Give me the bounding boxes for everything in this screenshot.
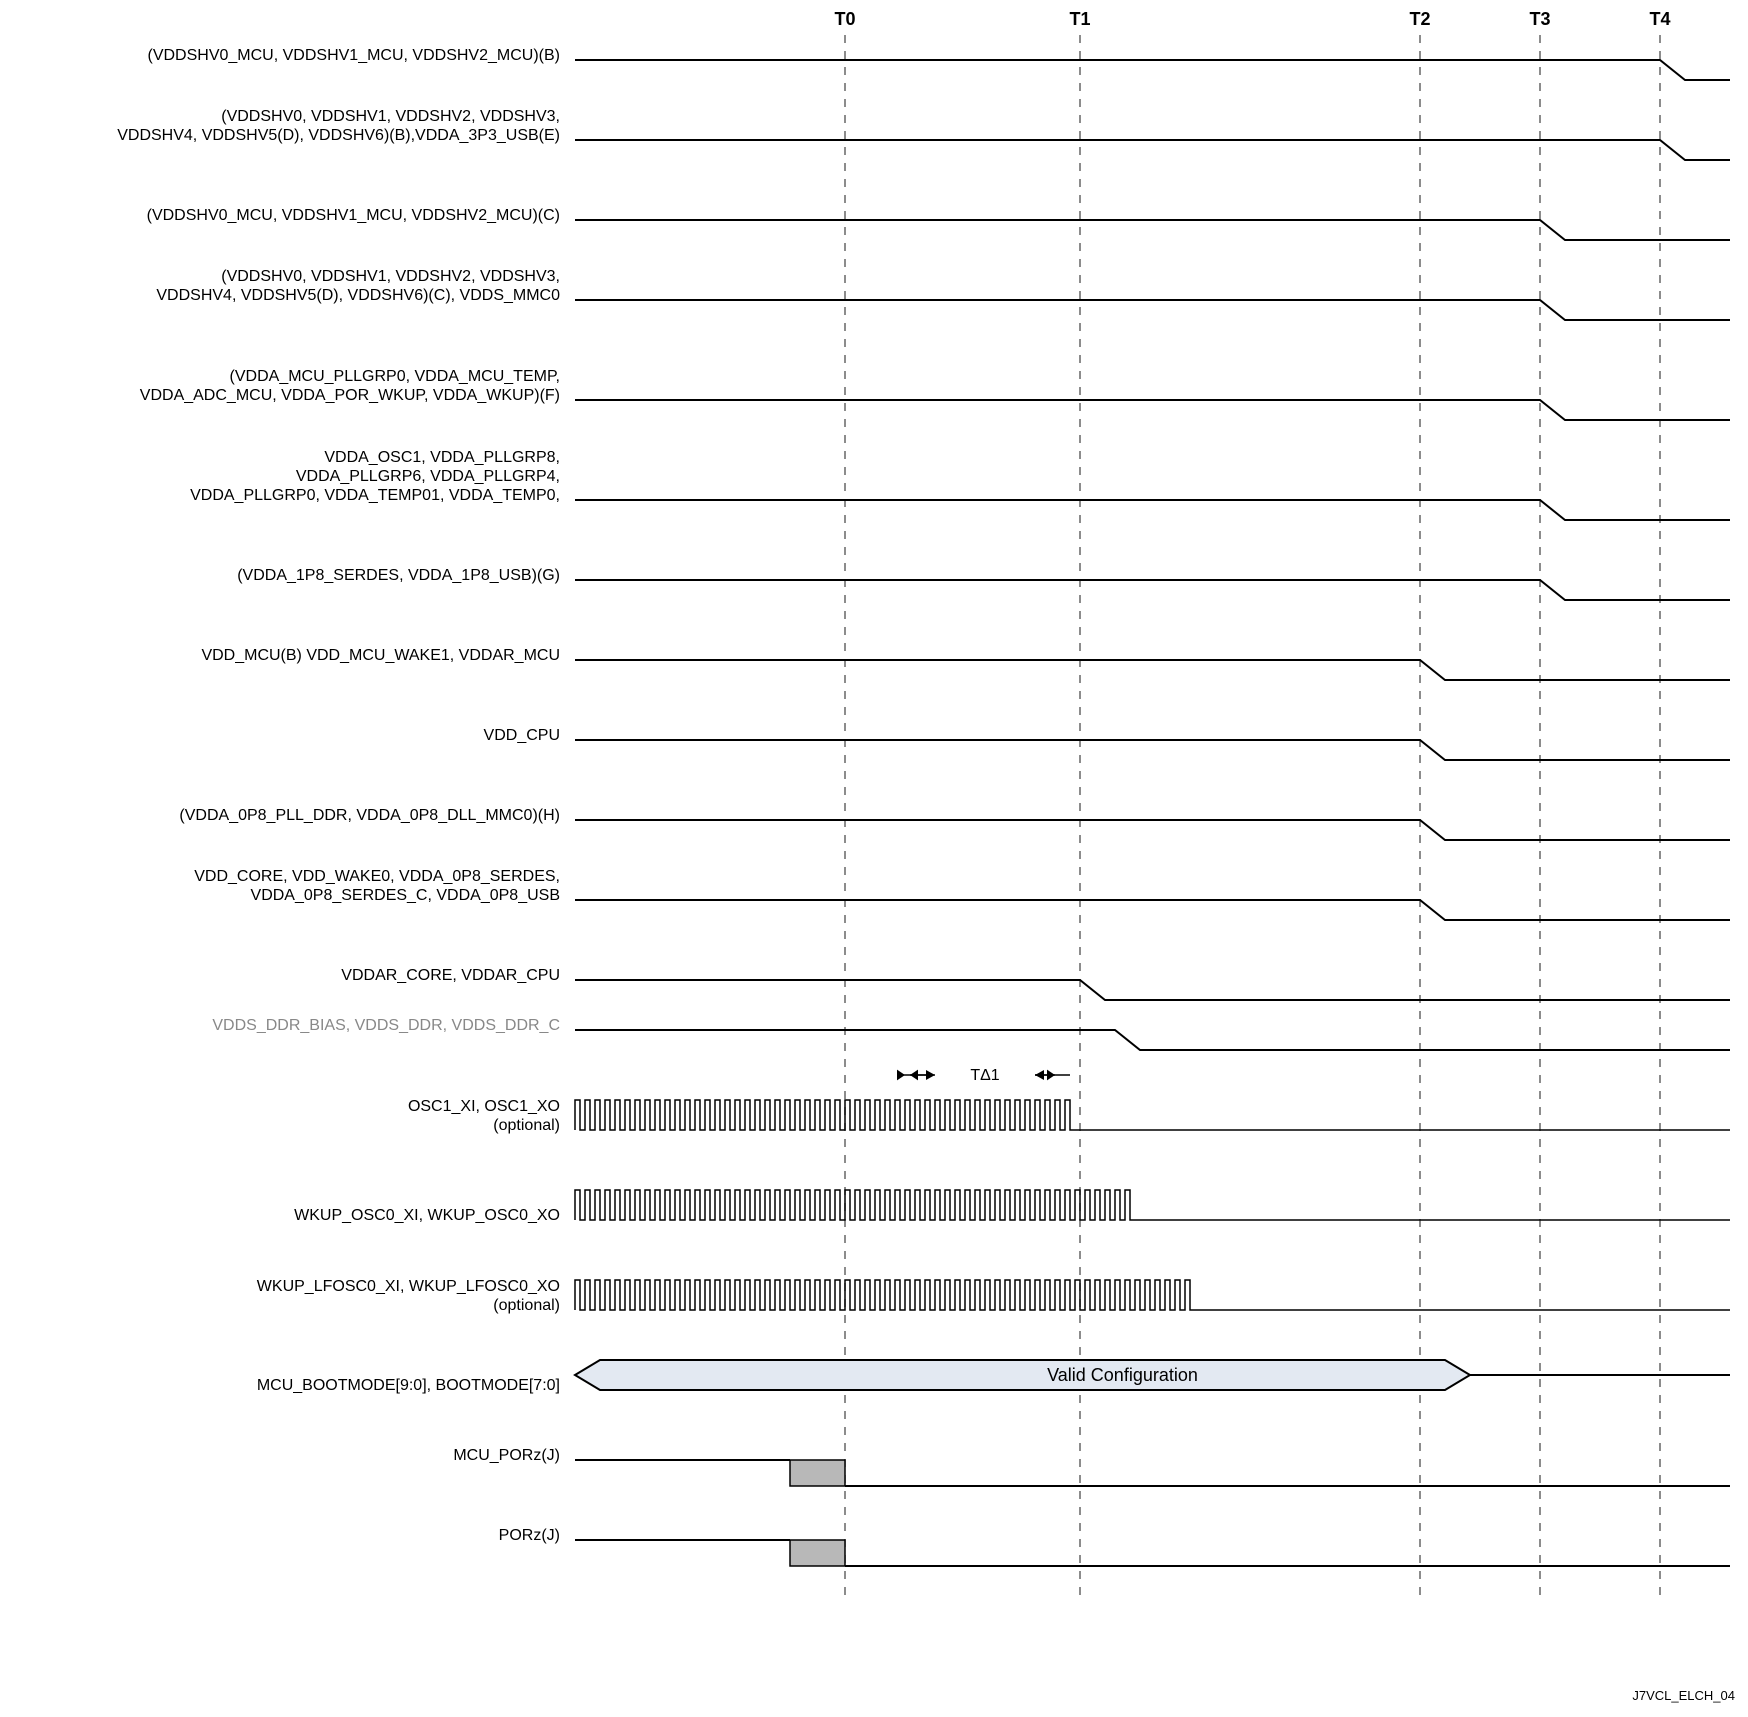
row6-label: VDDA_PLLGRP0, VDDA_TEMP01, VDDA_TEMP0, (190, 487, 560, 504)
timing-diagram: T0 T1 T2 T3 T4 (VDDSHV0_MCU, VDDSHV1_MCU, VDD… (0, 0, 1748, 1717)
time-label-T4: T4 (1649, 9, 1670, 29)
row9-wave (575, 740, 1730, 760)
row11-wave (575, 900, 1730, 920)
row6-label: VDDA_PLLGRP6, VDDA_PLLGRP4, (296, 468, 560, 485)
osc1-label: OSC1_XI, OSC1_XO (408, 1098, 560, 1115)
wkup_lfosc0-label: WKUP_LFOSC0_XI, WKUP_LFOSC0_XO (257, 1278, 560, 1295)
osc1-clock (575, 1100, 1730, 1130)
row1-label: (VDDSHV0_MCU, VDDSHV1_MCU, VDDSHV2_MCU)(… (147, 47, 560, 64)
row8-wave (575, 660, 1730, 680)
row9-label: VDD_CPU (484, 727, 560, 744)
row6-label: VDDA_OSC1, VDDA_PLLGRP8, (324, 449, 560, 466)
row2-label: VDDSHV4, VDDSHV5(D), VDDSHV6)(B),VDDA_3P… (117, 127, 560, 144)
row5-label: (VDDA_MCU_PLLGRP0, VDDA_MCU_TEMP, (230, 368, 560, 385)
row12-wave (575, 980, 1730, 1000)
row7-wave (575, 580, 1730, 600)
time-label-T2: T2 (1409, 9, 1430, 29)
wkup_lfosc0-label: (optional) (493, 1297, 560, 1314)
row7-label: (VDDA_1P8_SERDES, VDDA_1P8_USB)(G) (237, 567, 560, 584)
row5-wave (575, 400, 1730, 420)
row8-label: VDD_MCU(B) VDD_MCU_WAKE1, VDDAR_MCU (201, 647, 560, 664)
row3-wave (575, 220, 1730, 240)
time-label-T3: T3 (1529, 9, 1550, 29)
time-label-T1: T1 (1069, 9, 1090, 29)
row3-label: (VDDSHV0_MCU, VDDSHV1_MCU, VDDSHV2_MCU)(… (147, 207, 560, 224)
mcu_porz-box (790, 1460, 845, 1486)
row11-label: VDDA_0P8_SERDES_C, VDDA_0P8_USB (251, 887, 560, 904)
time-label-T0: T0 (834, 9, 855, 29)
row12-label: VDDAR_CORE, VDDAR_CPU (341, 967, 560, 984)
row11-label: VDD_CORE, VDD_WAKE0, VDDA_0P8_SERDES, (194, 868, 560, 885)
bootmode-label: MCU_BOOTMODE[9:0], BOOTMODE[7:0] (257, 1377, 560, 1394)
row5-label: VDDA_ADC_MCU, VDDA_POR_WKUP, VDDA_WKUP)(… (140, 387, 560, 404)
porz-box (790, 1540, 845, 1566)
row2-wave (575, 140, 1730, 160)
valid-config-label: Valid Configuration (1047, 1365, 1198, 1385)
mcu_porz-label: MCU_PORz(J) (453, 1447, 560, 1464)
row13-wave (575, 1030, 1730, 1050)
row2-label: (VDDSHV0, VDDSHV1, VDDSHV2, VDDSHV3, (221, 108, 560, 125)
row4-label: (VDDSHV0, VDDSHV1, VDDSHV2, VDDSHV3, (221, 268, 560, 285)
porz-label: PORz(J) (499, 1527, 560, 1544)
osc1-label: (optional) (493, 1117, 560, 1134)
row13-label: VDDS_DDR_BIAS, VDDS_DDR, VDDS_DDR_C (212, 1017, 560, 1034)
wkup_osc0-clock (575, 1190, 1730, 1220)
figure-id: J7VCL_ELCH_04 (1632, 1688, 1735, 1703)
row10-label: (VDDA_0P8_PLL_DDR, VDDA_0P8_DLL_MMC0)(H) (179, 807, 560, 824)
row1-wave (575, 60, 1730, 80)
row10-wave (575, 820, 1730, 840)
wkup_lfosc0-clock (575, 1280, 1730, 1310)
row6-wave (575, 500, 1730, 520)
wkup_osc0-label: WKUP_OSC0_XI, WKUP_OSC0_XO (294, 1207, 560, 1224)
bootmode-bus (575, 1360, 1470, 1390)
row4-label: VDDSHV4, VDDSHV5(D), VDDSHV6)(C), VDDS_M… (156, 287, 560, 304)
t-delta-label: TΔ1 (970, 1067, 999, 1084)
row4-wave (575, 300, 1730, 320)
